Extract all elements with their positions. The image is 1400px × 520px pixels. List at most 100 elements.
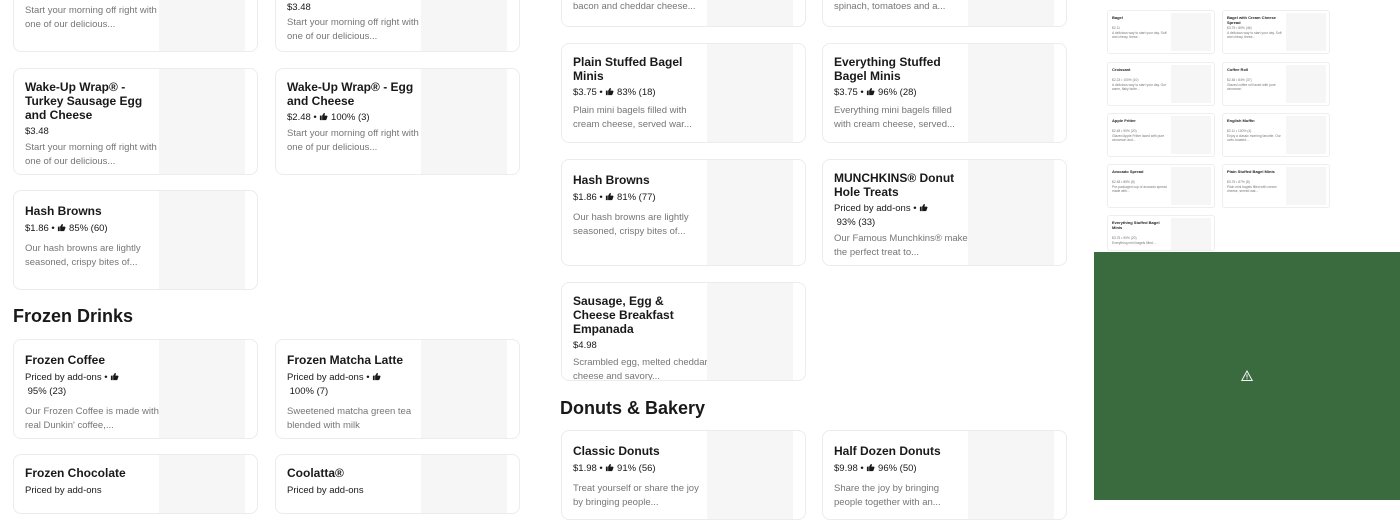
- item-price: Priced by add-ons •: [834, 203, 917, 214]
- menu-item-card[interactable]: MUNCHKINS® Donut Hole Treats Priced by a…: [822, 159, 1067, 266]
- item-image: [159, 69, 245, 174]
- item-name: Frozen Coffee: [25, 353, 106, 367]
- preview-card[interactable]: Plain Stuffed Bagel Minis $3.75 • 87% (8)…: [1222, 164, 1330, 208]
- item-rating: 85% (60): [69, 223, 108, 234]
- item-name: Everything Stuffed Bagel Minis: [834, 55, 941, 83]
- item-description: Our hash browns are lightly seasoned, cr…: [25, 243, 141, 268]
- item-image: [421, 455, 507, 513]
- item-meta: Priced by add-ons • 100% (7): [287, 371, 422, 399]
- menu-item-card[interactable]: Frozen Coffee Priced by add-ons • 95% (2…: [13, 339, 258, 439]
- item-meta: $2.48 • 100% (3): [287, 111, 422, 125]
- item-price: $9.98 •: [834, 463, 864, 474]
- item-meta: Priced by add-ons • 95% (23): [25, 371, 160, 399]
- item-meta: $3.75 • 83% (18): [573, 86, 708, 100]
- item-image: [159, 191, 245, 289]
- menu-item-card[interactable]: Wake-Up Wrap® - Egg and Cheese $2.48 • 1…: [275, 68, 520, 175]
- preview-card[interactable]: Bagel $2.11 A delicious way to start your …: [1107, 10, 1215, 54]
- item-name: Frozen Chocolate: [25, 466, 126, 480]
- item-name: Classic Donuts: [573, 444, 660, 458]
- item-name: Hash Browns: [573, 173, 650, 187]
- item-price: $3.48: [25, 126, 49, 137]
- item-image: [421, 69, 507, 174]
- item-image: [1171, 13, 1211, 51]
- thumbs-up-icon: [606, 87, 614, 96]
- item-image: [1171, 218, 1211, 250]
- warning-icon: [1241, 370, 1253, 381]
- thumbs-up-icon: [920, 203, 928, 212]
- item-image: [159, 455, 245, 513]
- item-rating: 100% (3): [331, 112, 370, 123]
- section-title-frozen-drinks: Frozen Drinks: [13, 306, 134, 326]
- preview-card[interactable]: Avocado Spread $2.48 • 85% (8) Pre-package…: [1107, 164, 1215, 208]
- item-meta: $1.98 • 91% (56): [573, 462, 708, 476]
- menu-item-card[interactable]: Hash Browns $1.86 • 85% (60) Our hash br…: [13, 190, 258, 290]
- item-meta: $9.98 • 96% (50): [834, 462, 969, 476]
- thumbs-up-icon: [606, 192, 614, 201]
- item-description: Start your morning off right with one of…: [287, 128, 419, 153]
- item-price: Priced by add-ons •: [25, 372, 108, 383]
- item-rating: 93% (33): [836, 217, 876, 228]
- item-price: $1.98 •: [573, 463, 603, 474]
- item-image: [159, 340, 245, 438]
- preview-card[interactable]: Croissant $2.23 • 100% (10) A delicious wa…: [1107, 62, 1215, 106]
- preview-card[interactable]: Coffee Roll $2.48 • 84% (37) Glazed coffee…: [1222, 62, 1330, 106]
- item-name: Frozen Matcha Latte: [287, 353, 404, 367]
- menu-item-card[interactable]: Coolatta® Priced by add-ons: [275, 454, 520, 514]
- menu-item-card[interactable]: Frozen Chocolate Priced by add-ons: [13, 454, 258, 514]
- item-name: MUNCHKINS® Donut Hole Treats: [834, 171, 955, 199]
- thumbs-up-icon: [373, 372, 381, 381]
- menu-item-card[interactable]: Frozen Matcha Latte Priced by add-ons • …: [275, 339, 520, 439]
- menu-item-card[interactable]: Start your morning off right with one of…: [13, 0, 258, 52]
- item-name: Hash Browns: [25, 204, 102, 218]
- menu-item-card[interactable]: Classic Donuts $1.98 • 91% (56) Treat yo…: [561, 430, 806, 520]
- item-description: Treat yourself or share the joy by bring…: [573, 483, 699, 508]
- item-image: [707, 431, 793, 519]
- menu-item-card[interactable]: Plain Stuffed Bagel Minis $3.75 • 83% (1…: [561, 43, 806, 143]
- item-price: $1.86 •: [25, 223, 55, 234]
- item-image: [968, 44, 1054, 142]
- item-description: Everything mini bagels filled with cream…: [834, 105, 955, 130]
- item-price: Priced by add-ons: [287, 485, 364, 496]
- menu-item-card[interactable]: bacon and cheddar cheese...: [561, 0, 806, 27]
- preview-card[interactable]: Bagel with Cream Cheese Spread $3.75 • 85…: [1222, 10, 1330, 54]
- menu-item-card[interactable]: Hash Browns $1.86 • 81% (77) Our hash br…: [561, 159, 806, 266]
- section-title-donuts-bakery: Donuts & Bakery: [560, 398, 706, 418]
- item-image: [968, 160, 1054, 265]
- preview-card[interactable]: English Muffin $2.11 • 100% (4) Enjoy a cl…: [1222, 113, 1330, 157]
- item-description: Share the joy by bringing people togethe…: [834, 483, 941, 508]
- item-meta: $1.86 • 85% (60): [25, 222, 160, 236]
- item-image: [159, 0, 245, 51]
- menu-item-card[interactable]: Everything Stuffed Bagel Minis $3.75 • 9…: [822, 43, 1067, 143]
- menu-item-card[interactable]: Wake-Up Wrap® - Turkey Sausage Egg and C…: [13, 68, 258, 175]
- menu-item-card[interactable]: spinach, tomatoes and a...: [822, 0, 1067, 27]
- item-image: [421, 0, 507, 51]
- item-price: $2.48 •: [287, 112, 317, 123]
- menu-item-card[interactable]: $3.48 Start your morning off right with …: [275, 0, 520, 52]
- item-name: Coolatta®: [287, 466, 344, 480]
- item-price: $3.75 •: [573, 87, 603, 98]
- item-image: [1286, 167, 1326, 205]
- item-image: [421, 340, 507, 438]
- item-image: [1171, 167, 1211, 205]
- thumbs-up-icon: [606, 463, 614, 472]
- preview-card[interactable]: Apple Fritter $2.48 • 90% (20) Glazed Appl…: [1107, 113, 1215, 157]
- preview-card[interactable]: Everything Stuffed Bagel Minis $3.75 • 90…: [1107, 215, 1215, 251]
- menu-item-card[interactable]: Sausage, Egg & Cheese Breakfast Empanada…: [561, 282, 806, 381]
- item-description: Our Frozen Coffee is made with real Dunk…: [25, 406, 159, 431]
- item-image: [1171, 116, 1211, 154]
- item-price: Priced by add-ons •: [287, 372, 370, 383]
- item-image: [707, 44, 793, 142]
- item-price: $3.75 •: [834, 87, 864, 98]
- item-name: Wake-Up Wrap® - Turkey Sausage Egg and C…: [25, 80, 143, 122]
- item-description: spinach, tomatoes and a...: [834, 1, 946, 12]
- item-image: [1286, 116, 1326, 154]
- thumbs-up-icon: [867, 463, 875, 472]
- item-description: bacon and cheddar cheese...: [573, 1, 696, 12]
- item-description: Scrambled egg, melted cheddar cheese and…: [573, 357, 708, 381]
- item-image: [707, 160, 793, 265]
- item-image: [707, 283, 793, 380]
- item-name: Half Dozen Donuts: [834, 444, 941, 458]
- item-meta: $3.75 • 96% (28): [834, 86, 969, 100]
- thumbs-up-icon: [58, 223, 66, 232]
- menu-item-card[interactable]: Half Dozen Donuts $9.98 • 96% (50) Share…: [822, 430, 1067, 520]
